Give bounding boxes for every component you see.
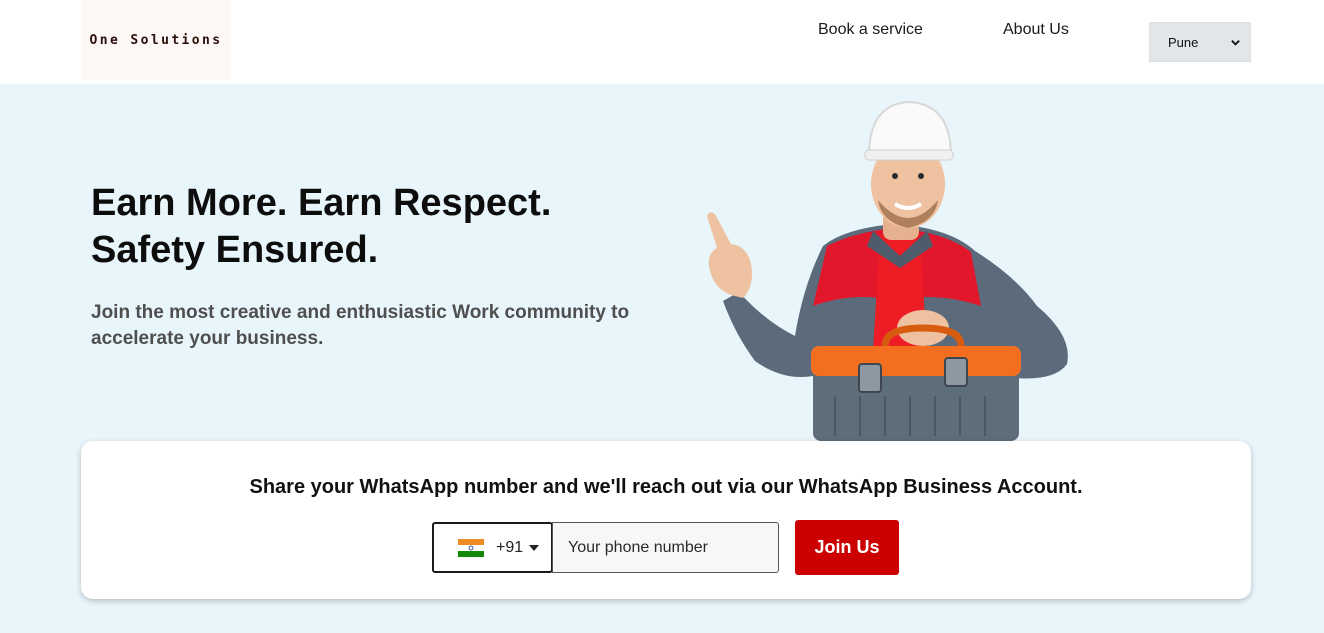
join-us-button[interactable]: Join Us (795, 520, 899, 575)
hero-title: Earn More. Earn Respect. Safety Ensured. (91, 180, 691, 274)
phone-number-input[interactable] (552, 522, 779, 573)
logo-text: One Solutions (89, 32, 223, 48)
nav-about-us-link[interactable]: About Us (1003, 21, 1069, 39)
caret-down-icon (529, 544, 540, 551)
dial-code: +91 (496, 538, 524, 556)
nav-book-service-link[interactable]: Book a service (818, 21, 923, 39)
hero-title-line-2: Safety Ensured. (91, 229, 379, 271)
chevron-down-icon (1231, 39, 1240, 46)
logo[interactable]: One Solutions (81, 0, 231, 80)
hero-subtitle: Join the most creative and enthusiastic … (91, 302, 630, 349)
city-select[interactable]: Pune (1149, 22, 1251, 62)
worker-with-toolbox-illustration (707, 100, 1068, 441)
hero-title-line-1: Earn More. Earn Respect. (91, 182, 552, 224)
country-code-select[interactable]: +91 (432, 522, 553, 573)
whatsapp-signup-card: Share your WhatsApp number and we'll rea… (81, 441, 1251, 599)
india-flag-icon (458, 538, 484, 557)
site-header: One Solutions Book a service About Us Pu… (0, 0, 1324, 84)
signup-card-title: Share your WhatsApp number and we'll rea… (249, 476, 1083, 498)
city-select-value: Pune (1168, 34, 1199, 50)
